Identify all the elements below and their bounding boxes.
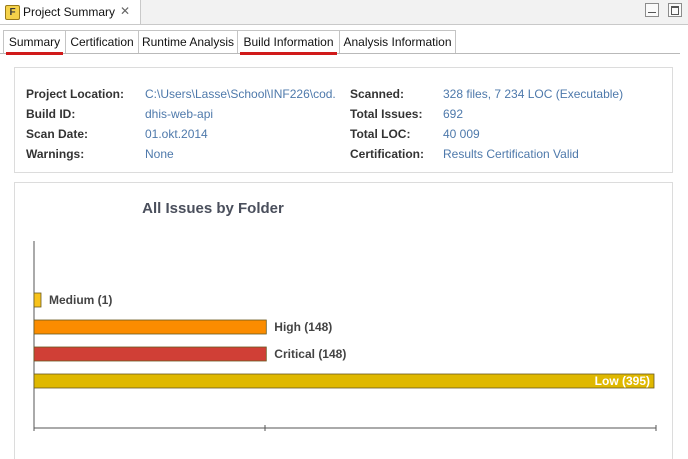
scan-date-value[interactable]: 01.okt.2014 xyxy=(145,127,208,141)
bar-label-medium: Medium (1) xyxy=(49,293,112,307)
bar-low xyxy=(33,373,655,389)
build-id-value[interactable]: dhis-web-api xyxy=(145,107,213,121)
certification-value[interactable]: Results Certification Valid xyxy=(443,147,579,161)
bar-label-critical: Critical (148) xyxy=(274,347,346,361)
scanned-value[interactable]: 328 files, 7 234 LOC (Executable) xyxy=(443,87,623,101)
project-location-label: Project Location: xyxy=(26,87,125,101)
certification-label: Certification: xyxy=(350,147,425,161)
total-issues-label: Total Issues: xyxy=(350,107,423,121)
build-id-label: Build ID: xyxy=(26,107,76,121)
bar-medium xyxy=(33,292,42,308)
bar-critical xyxy=(33,346,267,362)
issues-chart-panel: All Issues by Folder Medium (1) High (148)… xyxy=(14,182,673,459)
summary-tabs: Summary Certification Runtime Analysis B… xyxy=(0,30,680,55)
total-issues-value[interactable]: 692 xyxy=(443,107,463,121)
project-location-value[interactable]: C:\Users\Lasse\School\INF226\cod. xyxy=(145,87,336,101)
view-title-bar: F Project Summary ✕ xyxy=(0,0,688,25)
tab-runtime-analysis-label: Runtime Analysis xyxy=(141,35,235,49)
project-info-panel: Project Location: C:\Users\Lasse\School\… xyxy=(14,67,673,173)
bar-high xyxy=(33,319,267,335)
fortify-icon: F xyxy=(5,5,20,20)
warnings-value[interactable]: None xyxy=(145,147,174,161)
warnings-label: Warnings: xyxy=(26,147,85,161)
tab-summary-label: Summary xyxy=(8,35,61,49)
scanned-label: Scanned: xyxy=(350,87,405,101)
close-icon[interactable]: ✕ xyxy=(120,4,130,18)
tab-analysis-information[interactable]: Analysis Information xyxy=(339,30,456,53)
bar-label-high: High (148) xyxy=(274,320,332,334)
total-loc-value[interactable]: 40 009 xyxy=(443,127,480,141)
tab-summary[interactable]: Summary xyxy=(3,30,66,55)
minimize-icon[interactable] xyxy=(645,3,659,17)
tab-analysis-information-label: Analysis Information xyxy=(343,35,452,49)
view-title: Project Summary xyxy=(23,5,116,19)
tab-summary-underline xyxy=(6,52,63,55)
issues-by-folder-chart: All Issues by Folder Medium (1) High (148)… xyxy=(33,200,657,431)
tab-build-information-underline xyxy=(240,52,337,55)
maximize-icon[interactable] xyxy=(668,3,682,17)
project-summary-view-tab[interactable]: F Project Summary ✕ xyxy=(0,0,141,24)
chart-title: All Issues by Folder xyxy=(142,200,284,217)
tab-certification-label: Certification xyxy=(70,35,134,49)
tab-build-information-label: Build Information xyxy=(243,35,334,49)
tab-certification[interactable]: Certification xyxy=(65,30,139,53)
bar-label-low: Low (395) xyxy=(595,374,650,388)
total-loc-label: Total LOC: xyxy=(350,127,411,141)
tab-runtime-analysis[interactable]: Runtime Analysis xyxy=(138,30,238,53)
scan-date-label: Scan Date: xyxy=(26,127,89,141)
tab-build-information[interactable]: Build Information xyxy=(237,30,340,55)
